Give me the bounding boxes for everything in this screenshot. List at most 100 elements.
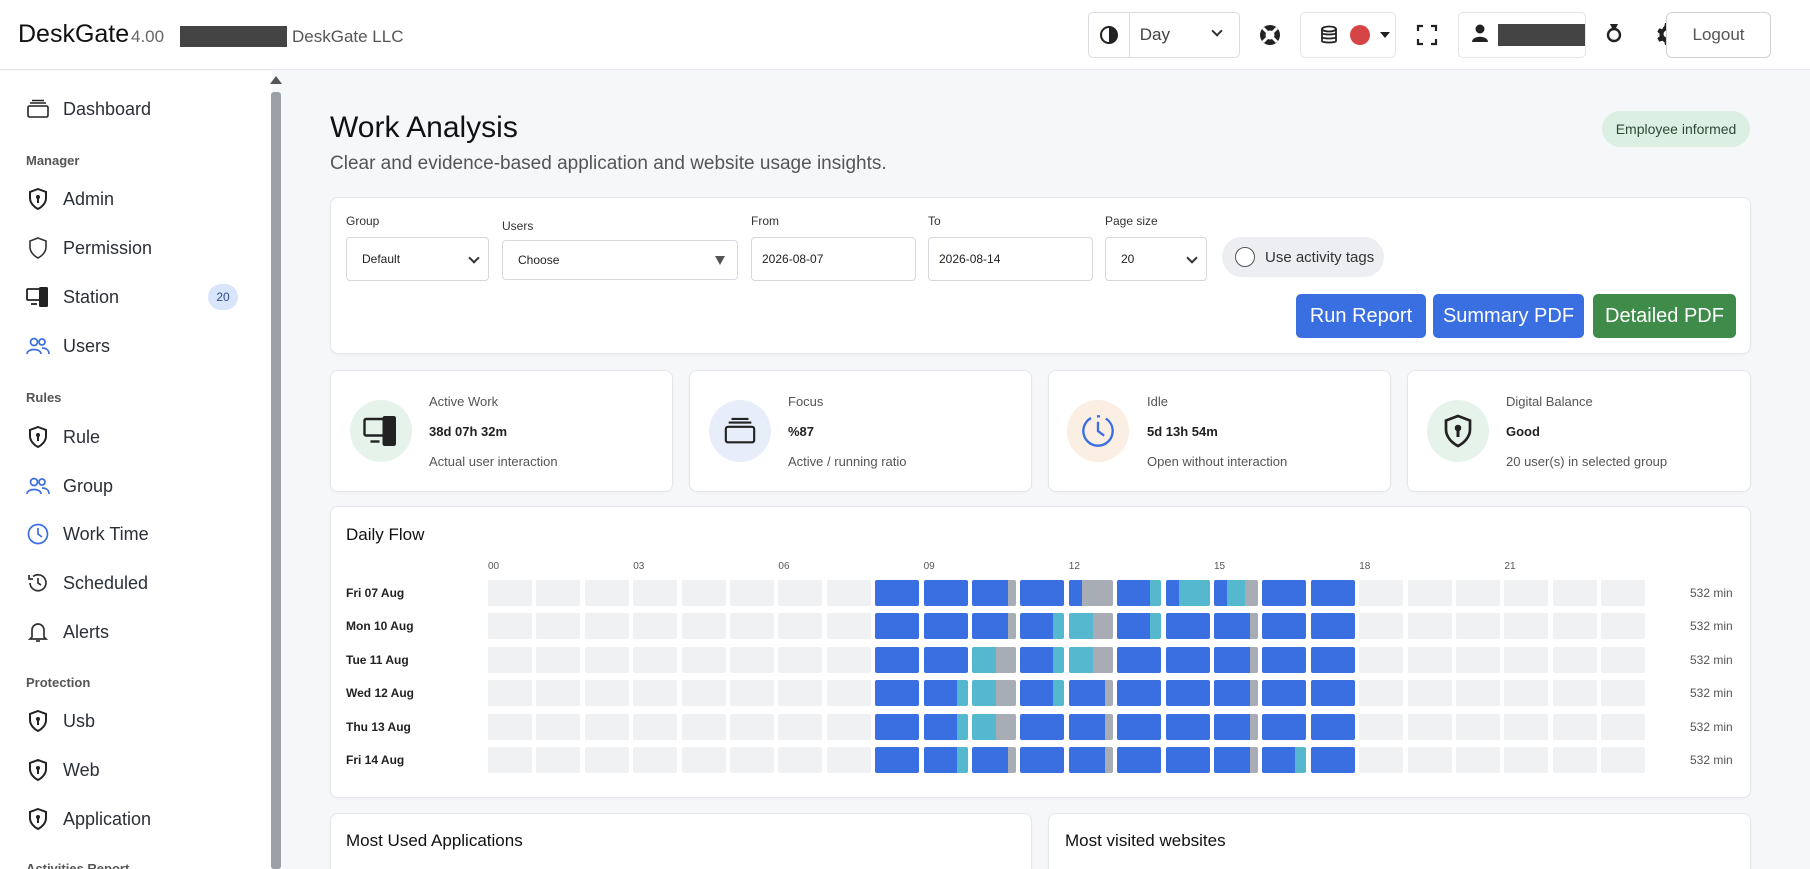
heatmap-cell[interactable] — [778, 613, 823, 640]
contrast-icon[interactable] — [1089, 13, 1129, 57]
heatmap-cell[interactable] — [1504, 680, 1549, 707]
heatmap-cell[interactable] — [1456, 613, 1500, 640]
sidebar-item-rule[interactable]: Rule — [26, 422, 100, 452]
heatmap-cell[interactable] — [923, 646, 968, 673]
activity-tags-toggle[interactable]: Use activity tags — [1222, 237, 1384, 277]
heatmap-cell[interactable] — [584, 580, 629, 606]
sidebar-item-usb[interactable]: Usb — [26, 706, 95, 736]
heatmap-cell[interactable] — [923, 747, 968, 773]
heatmap-cell[interactable] — [1165, 747, 1210, 773]
heatmap-cell[interactable] — [633, 680, 678, 707]
heatmap-cell[interactable] — [730, 713, 774, 740]
to-date-input[interactable]: 2026-08-14 — [928, 237, 1093, 281]
heatmap-cell[interactable] — [1214, 680, 1258, 707]
heatmap-cell[interactable] — [875, 580, 920, 606]
heatmap-cell[interactable] — [730, 580, 774, 606]
heatmap-cell[interactable] — [1504, 713, 1549, 740]
heatmap-cell[interactable] — [1117, 613, 1162, 640]
heatmap-cell[interactable] — [1359, 680, 1404, 707]
scroll-up-arrow-icon[interactable] — [270, 76, 282, 84]
heatmap-cell[interactable] — [1117, 680, 1162, 707]
heatmap-cell[interactable] — [536, 646, 581, 673]
heatmap-cell[interactable] — [488, 713, 532, 740]
heatmap-cell[interactable] — [1359, 713, 1404, 740]
heatmap-cell[interactable] — [1214, 646, 1258, 673]
heatmap-cell[interactable] — [488, 613, 532, 640]
heatmap-cell[interactable] — [923, 613, 968, 640]
sidebar-item-dashboard[interactable]: Dashboard — [26, 94, 151, 124]
heatmap-cell[interactable] — [1407, 713, 1452, 740]
heatmap-cell[interactable] — [1456, 646, 1500, 673]
heatmap-cell[interactable] — [730, 613, 774, 640]
sidebar-item-scheduled[interactable]: Scheduled — [26, 568, 148, 598]
heatmap-cell[interactable] — [923, 580, 968, 606]
heatmap-cell[interactable] — [1117, 713, 1162, 740]
heatmap-cell[interactable] — [730, 646, 774, 673]
heatmap-cell[interactable] — [1359, 747, 1404, 773]
heatmap-cell[interactable] — [584, 613, 629, 640]
heatmap-cell[interactable] — [1310, 747, 1355, 773]
heatmap-cell[interactable] — [681, 613, 726, 640]
sidebar-item-application[interactable]: Application — [26, 804, 151, 834]
heatmap-cell[interactable] — [972, 680, 1016, 707]
users-select[interactable]: Choose — [502, 240, 738, 280]
heatmap-cell[interactable] — [633, 613, 678, 640]
heatmap-cell[interactable] — [730, 680, 774, 707]
heatmap-cell[interactable] — [1504, 646, 1549, 673]
heatmap-cell[interactable] — [536, 713, 581, 740]
heatmap-cell[interactable] — [875, 646, 920, 673]
heatmap-cell[interactable] — [1456, 680, 1500, 707]
fullscreen-icon[interactable] — [1414, 22, 1440, 48]
heatmap-cell[interactable] — [1359, 613, 1404, 640]
brand-logo[interactable]: DeskGate — [18, 20, 129, 49]
heatmap-cell[interactable] — [972, 613, 1016, 640]
heatmap-cell[interactable] — [1552, 747, 1597, 773]
heatmap-cell[interactable] — [1456, 713, 1500, 740]
sidebar-item-users[interactable]: Users — [26, 331, 110, 361]
heatmap-cell[interactable] — [1310, 646, 1355, 673]
heatmap-cell[interactable] — [1020, 680, 1065, 707]
heatmap-cell[interactable] — [584, 747, 629, 773]
heatmap-cell[interactable] — [488, 646, 532, 673]
database-status-group[interactable] — [1300, 12, 1396, 58]
heatmap-cell[interactable] — [1601, 713, 1646, 740]
heatmap-cell[interactable] — [1068, 680, 1113, 707]
heatmap-cell[interactable] — [1165, 613, 1210, 640]
heatmap-cell[interactable] — [826, 613, 871, 640]
heatmap-cell[interactable] — [875, 747, 920, 773]
support-icon[interactable] — [1257, 22, 1283, 48]
sidebar-item-permission[interactable]: Permission — [26, 233, 152, 263]
heatmap-cell[interactable] — [1552, 613, 1597, 640]
heatmap-cell[interactable] — [681, 580, 726, 606]
heatmap-cell[interactable] — [972, 646, 1016, 673]
heatmap-cell[interactable] — [1262, 580, 1307, 606]
heatmap-cell[interactable] — [1504, 747, 1549, 773]
heatmap-cell[interactable] — [1504, 580, 1549, 606]
heatmap-cell[interactable] — [681, 680, 726, 707]
heatmap-cell[interactable] — [1601, 680, 1646, 707]
sidebar-scrollbar[interactable] — [271, 92, 281, 869]
logout-button[interactable]: Logout — [1666, 12, 1771, 58]
heatmap-cell[interactable] — [923, 713, 968, 740]
heatmap-cell[interactable] — [1262, 613, 1307, 640]
heatmap-cell[interactable] — [778, 680, 823, 707]
heatmap-cell[interactable] — [1117, 580, 1162, 606]
from-date-input[interactable]: 2026-08-07 — [751, 237, 916, 281]
heatmap-cell[interactable] — [536, 613, 581, 640]
heatmap-cell[interactable] — [826, 747, 871, 773]
heatmap-cell[interactable] — [1262, 747, 1307, 773]
heatmap-cell[interactable] — [875, 680, 920, 707]
heatmap-cell[interactable] — [1020, 646, 1065, 673]
sidebar-item-work-time[interactable]: Work Time — [26, 519, 149, 549]
heatmap-cell[interactable] — [1214, 747, 1258, 773]
heatmap-cell[interactable] — [730, 747, 774, 773]
heatmap-cell[interactable] — [1310, 680, 1355, 707]
heatmap-cell[interactable] — [875, 613, 920, 640]
heatmap-cell[interactable] — [1601, 646, 1646, 673]
heatmap-cell[interactable] — [1407, 680, 1452, 707]
heatmap-cell[interactable] — [1407, 580, 1452, 606]
detailed-pdf-button[interactable]: Detailed PDF — [1593, 294, 1736, 338]
heatmap-cell[interactable] — [1310, 613, 1355, 640]
heatmap-cell[interactable] — [1165, 680, 1210, 707]
heatmap-cell[interactable] — [972, 747, 1016, 773]
